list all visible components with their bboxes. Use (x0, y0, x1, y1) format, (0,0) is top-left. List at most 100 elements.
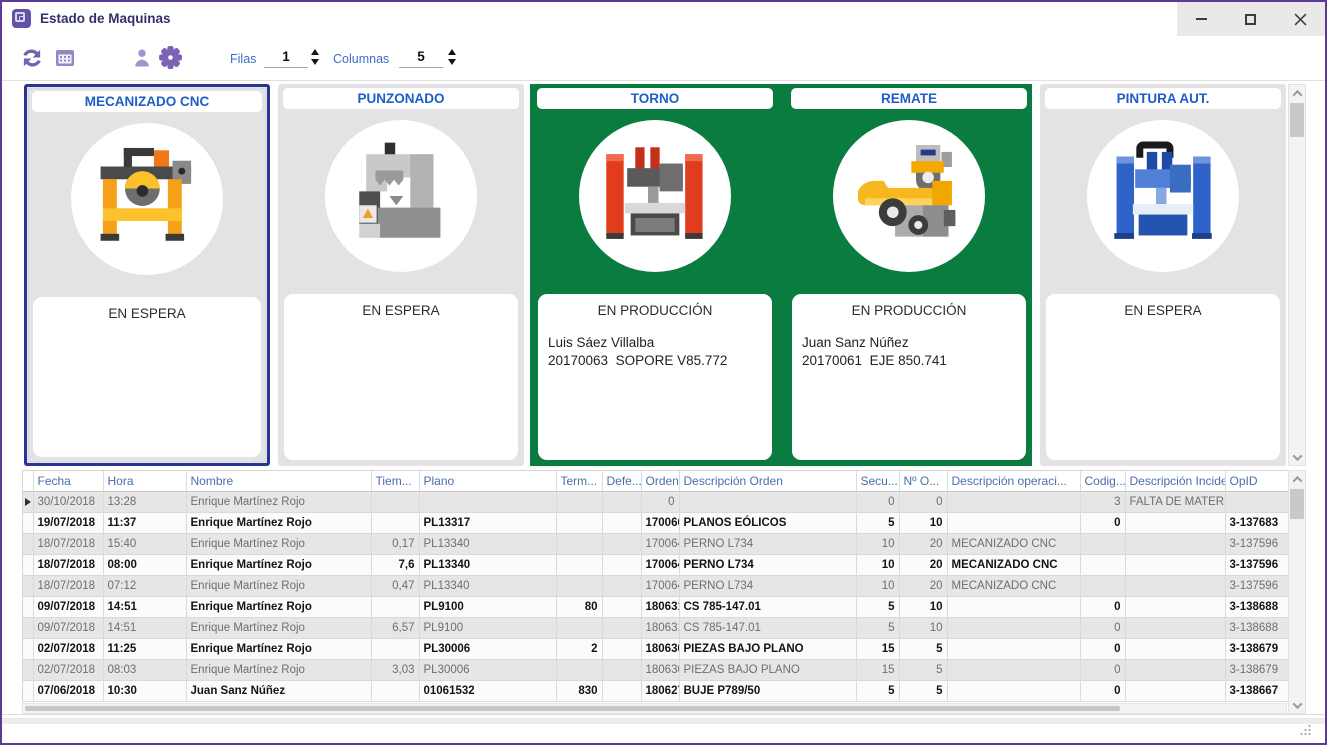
column-header-descripci-n-inciden[interactable]: Descripción Inciden... (1125, 471, 1225, 491)
table-row[interactable]: 19/07/201811:37Enrique Martínez RojoPL13… (23, 512, 1289, 533)
table-row[interactable]: 07/06/201810:30Juan Sanz Núñez0106153283… (23, 680, 1289, 701)
cards-scroll-down-button[interactable] (1289, 449, 1305, 465)
filas-spin-down-icon[interactable] (311, 59, 319, 65)
cell-descripci-n-operaci (947, 638, 1080, 659)
horizontal-scrollbar[interactable] (22, 703, 1287, 714)
columnas-value[interactable]: 5 (399, 49, 443, 68)
cell-defe (602, 554, 641, 575)
column-header-codig[interactable]: Codig... (1080, 471, 1125, 491)
table-scroll-up-button[interactable] (1289, 471, 1305, 487)
column-header-defe[interactable]: Defe... (602, 471, 641, 491)
cell-descripci-n-inciden (1125, 533, 1225, 554)
table-row[interactable]: 09/07/201814:51Enrique Martínez RojoPL91… (23, 596, 1289, 617)
cell-hora: 13:28 (103, 491, 186, 512)
machine-status-box: EN PRODUCCIÓNJuan Sanz Núñez20170061 EJE… (792, 294, 1026, 460)
columnas-spin-down-icon[interactable] (448, 59, 456, 65)
close-button[interactable] (1276, 2, 1325, 36)
column-header-fecha[interactable]: Fecha (33, 471, 103, 491)
table-row[interactable]: 30/10/201813:28Enrique Martínez Rojo0003… (23, 491, 1289, 512)
user-button[interactable] (128, 44, 155, 71)
cell-tiem (371, 680, 419, 701)
table-row[interactable]: 18/07/201808:00Enrique Martínez Rojo7,6P… (23, 554, 1289, 575)
table-scrollbar[interactable] (1288, 470, 1306, 714)
cell-orden: 170064 (641, 575, 679, 596)
machine-card-remate[interactable]: REMATE EN PRODUCCIÓNJuan Sanz Núñez20170… (786, 84, 1032, 466)
column-header-term[interactable]: Term... (556, 471, 602, 491)
column-header-nombre[interactable]: Nombre (186, 471, 371, 491)
cell-n-o: 10 (899, 596, 947, 617)
grid-view-button[interactable] (51, 44, 78, 71)
column-header-plano[interactable]: Plano (419, 471, 556, 491)
machine-card-mecanizado-cnc[interactable]: MECANIZADO CNC EN ESPERA (24, 84, 270, 466)
horizontal-scrollbar-thumb[interactable] (25, 706, 1120, 711)
filas-value[interactable]: 1 (264, 49, 308, 68)
filas-label: Filas (230, 52, 256, 66)
cell-descripci-n-orden: PERNO L734 (679, 554, 856, 575)
cell-nombre: Enrique Martínez Rojo (186, 596, 371, 617)
cell-secu: 15 (856, 659, 899, 680)
column-header-opid[interactable]: OpID (1225, 471, 1289, 491)
cell-term (556, 617, 602, 638)
cell-hora: 14:51 (103, 596, 186, 617)
cell-secu: 5 (856, 512, 899, 533)
columnas-spinner (448, 49, 456, 65)
cell-n-o: 20 (899, 533, 947, 554)
cell-n-o: 20 (899, 575, 947, 596)
cell-opid: 3-138688 (1225, 617, 1289, 638)
machine-name-label: PINTURA AUT. (1045, 88, 1281, 109)
cell-nombre: Juan Sanz Núñez (186, 680, 371, 701)
table-scrollbar-thumb[interactable] (1290, 489, 1304, 519)
table-row[interactable]: 02/07/201811:25Enrique Martínez RojoPL30… (23, 638, 1289, 659)
settings-button[interactable] (157, 44, 184, 71)
machine-name-label: MECANIZADO CNC (32, 91, 262, 112)
machine-card-torno[interactable]: TORNO EN PRODUCCIÓNLuis Sáez Villalba201… (532, 84, 778, 466)
cell-secu: 5 (856, 617, 899, 638)
column-header-hora[interactable]: Hora (103, 471, 186, 491)
column-header-orden[interactable]: Orden (641, 471, 679, 491)
maximize-button[interactable] (1226, 2, 1275, 36)
cell-orden: 180630 (641, 659, 679, 680)
cell-descripci-n-inciden (1125, 554, 1225, 575)
machine-name-label: REMATE (791, 88, 1027, 109)
cell-secu: 5 (856, 596, 899, 617)
resize-grip-icon[interactable] (1298, 723, 1312, 737)
columnas-spin-up-icon[interactable] (448, 49, 456, 55)
machine-card-punzonado[interactable]: PUNZONADO EN ESPERA (278, 84, 524, 466)
column-header-descripci-n-operaci[interactable]: Descripción operaci... (947, 471, 1080, 491)
table-row[interactable]: 18/07/201807:12Enrique Martínez Rojo0,47… (23, 575, 1289, 596)
machine-status: EN PRODUCCIÓN (538, 303, 772, 318)
column-header-tiem[interactable]: Tiem... (371, 471, 419, 491)
cell-descripci-n-operaci (947, 680, 1080, 701)
cell-term (556, 554, 602, 575)
cnc-machine-icon (71, 123, 223, 275)
columnas-label: Columnas (333, 52, 389, 66)
chevron-up-icon (1292, 475, 1302, 485)
cell-orden: 0 (641, 491, 679, 512)
column-header-n-o[interactable]: Nº O... (899, 471, 947, 491)
cell-defe (602, 491, 641, 512)
table-row[interactable]: 09/07/201814:51Enrique Martínez Rojo6,57… (23, 617, 1289, 638)
table-row[interactable]: 02/07/201808:03Enrique Martínez Rojo3,03… (23, 659, 1289, 680)
cards-scrollbar[interactable] (1288, 84, 1306, 466)
filas-spinner (311, 49, 319, 65)
row-indicator-cell (23, 512, 33, 533)
table-scroll-down-button[interactable] (1289, 697, 1305, 713)
cards-scroll-up-button[interactable] (1289, 85, 1305, 101)
cell-plano: PL13340 (419, 554, 556, 575)
cell-descripci-n-inciden (1125, 596, 1225, 617)
minimize-button[interactable] (1177, 2, 1226, 36)
cell-plano: PL30006 (419, 659, 556, 680)
window-controls (1177, 2, 1325, 36)
calendar-grid-icon (53, 46, 77, 70)
machine-status: EN PRODUCCIÓN (792, 303, 1026, 318)
cell-codig: 0 (1080, 659, 1125, 680)
machine-card-pintura-aut[interactable]: PINTURA AUT. EN ESPERA (1040, 84, 1286, 466)
column-header-secu[interactable]: Secu... (856, 471, 899, 491)
table-row[interactable]: 18/07/201815:40Enrique Martínez Rojo0,17… (23, 533, 1289, 554)
row-indicator-cell (23, 680, 33, 701)
refresh-button[interactable] (18, 44, 45, 71)
cards-scrollbar-thumb[interactable] (1290, 103, 1304, 137)
column-header-descripci-n-orden[interactable]: Descripción Orden (679, 471, 856, 491)
cell-nombre: Enrique Martínez Rojo (186, 491, 371, 512)
filas-spin-up-icon[interactable] (311, 49, 319, 55)
